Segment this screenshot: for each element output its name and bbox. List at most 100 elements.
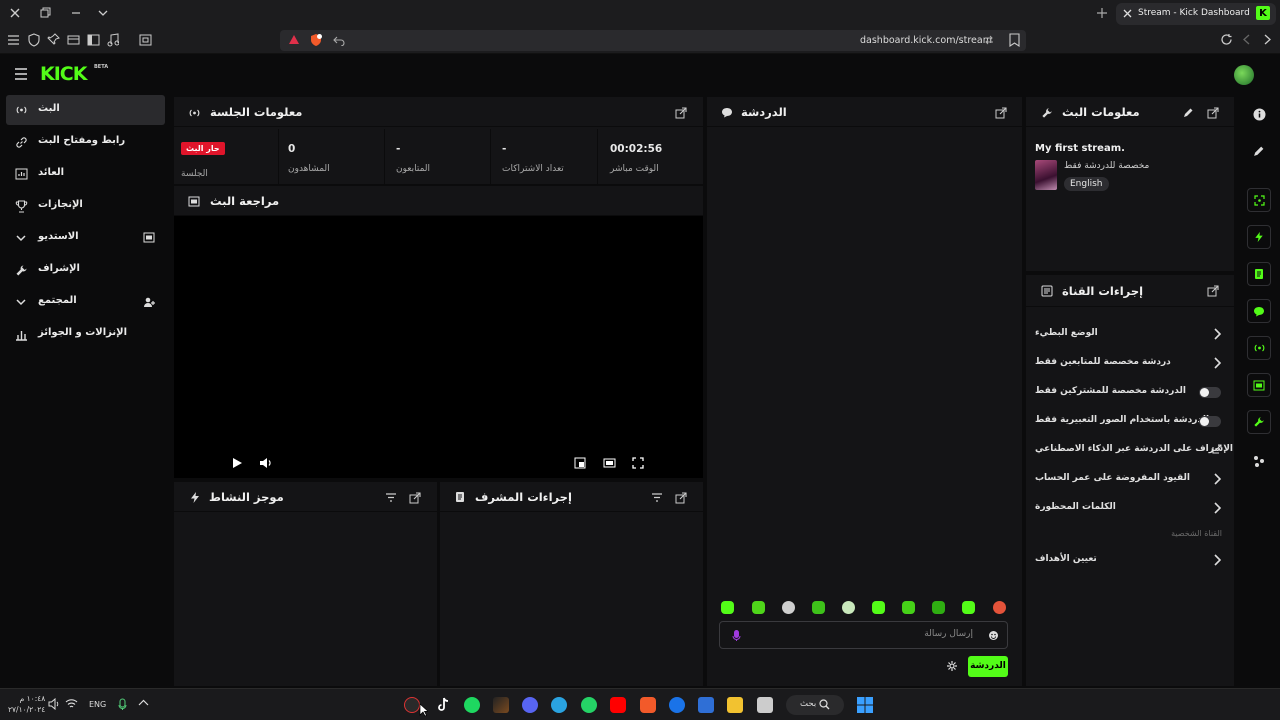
rail-mod-actions-button[interactable]: [1247, 262, 1271, 286]
back-arrow-icon[interactable]: [333, 34, 345, 46]
emotes-only-toggle[interactable]: [1199, 416, 1221, 427]
slow-mode-row[interactable]: الوضع البطيء: [1035, 326, 1225, 342]
volume-icon[interactable]: [259, 457, 273, 469]
brave-rewards-icon[interactable]: [288, 34, 300, 46]
play-icon[interactable]: [231, 457, 243, 469]
banned-words-row[interactable]: الكلمات المحظورة: [1035, 500, 1225, 516]
followers-only-row[interactable]: دردشة مخصصة للمتابعين فقط: [1035, 355, 1225, 371]
new-tab-icon[interactable]: [1096, 7, 1108, 19]
chevron-right-icon[interactable]: [1213, 357, 1221, 369]
avatar[interactable]: [1234, 65, 1254, 85]
screenshot-icon[interactable]: [139, 34, 152, 46]
rail-stream-info-button[interactable]: [1247, 410, 1271, 434]
ai-moderation-row[interactable]: الإشراف على الدردشة عبر الذكاء الاصطناعي: [1035, 442, 1233, 458]
microphone-icon[interactable]: [732, 629, 741, 642]
rail-session-button[interactable]: [1247, 336, 1271, 360]
whatsapp-app-icon[interactable]: [581, 697, 597, 713]
settings-gear-icon[interactable]: [946, 660, 958, 672]
close-window-icon[interactable]: [8, 6, 22, 20]
obs-app-icon[interactable]: [404, 697, 420, 713]
rail-focus-button[interactable]: [1247, 188, 1271, 212]
sidebar-item-moderation[interactable]: الإشراف: [6, 255, 165, 285]
discord-app-icon[interactable]: [522, 697, 538, 713]
sidebar-item-stream[interactable]: البث: [6, 95, 165, 125]
taskbar-search[interactable]: بحث: [786, 695, 844, 715]
emote-6-icon[interactable]: [872, 601, 885, 614]
brave-app-icon[interactable]: [640, 697, 656, 713]
info-icon[interactable]: [1253, 108, 1266, 121]
filter-icon[interactable]: [651, 492, 663, 503]
theater-mode-icon[interactable]: [603, 457, 616, 469]
sidebar-item-achievements[interactable]: الإنجازات: [6, 191, 165, 221]
popout-icon[interactable]: [1207, 285, 1219, 297]
file-explorer-app-icon[interactable]: [727, 697, 743, 713]
edit-pencil-icon[interactable]: [1183, 107, 1194, 118]
account-age-row[interactable]: القيود المفروضة على عمر الحساب: [1035, 471, 1225, 487]
telegram-app-icon[interactable]: [551, 697, 567, 713]
popout-icon[interactable]: [675, 492, 687, 504]
emote-4-icon[interactable]: [812, 601, 825, 614]
tab-list-chevron-icon[interactable]: [97, 7, 109, 19]
popout-icon[interactable]: [995, 107, 1007, 119]
emoji-icon[interactable]: [988, 630, 999, 641]
windows-start-icon[interactable]: [857, 697, 873, 713]
subscribers-only-toggle[interactable]: [1199, 387, 1221, 398]
rail-preview-button[interactable]: [1247, 373, 1271, 397]
menu-icon[interactable]: [7, 34, 20, 46]
bookmark-icon[interactable]: [1009, 33, 1020, 47]
spotify-app-icon[interactable]: [464, 697, 480, 713]
sidebar-item-studio[interactable]: الاستديو: [6, 223, 165, 253]
browser-tab-active[interactable]: Stream - Kick Dashboard K: [1116, 3, 1276, 25]
edit-pencil-icon[interactable]: [1253, 145, 1265, 157]
edge-app-icon[interactable]: [669, 697, 685, 713]
more-widgets-icon[interactable]: [1253, 455, 1265, 467]
emote-8-icon[interactable]: [932, 601, 945, 614]
sidebar-icon[interactable]: [87, 34, 100, 46]
brave-shield-icon[interactable]: [309, 33, 323, 47]
forward-icon[interactable]: [1261, 33, 1273, 46]
pin-icon[interactable]: [47, 33, 60, 46]
back-icon[interactable]: [1241, 33, 1253, 46]
kick-logo[interactable]: KICK: [40, 63, 87, 85]
reload-icon[interactable]: [1220, 33, 1233, 46]
chevron-right-icon[interactable]: [1213, 554, 1221, 566]
minimize-window-icon[interactable]: [70, 7, 82, 19]
creative-app-icon[interactable]: [493, 697, 509, 713]
music-icon[interactable]: [107, 33, 119, 47]
rail-activity-button[interactable]: [1247, 225, 1271, 249]
share-icon[interactable]: [983, 34, 995, 46]
chevron-up-icon[interactable]: [138, 699, 149, 707]
emote-7-icon[interactable]: [902, 601, 915, 614]
language-indicator[interactable]: ENG: [89, 700, 106, 709]
external-link-icon[interactable]: [1212, 444, 1222, 454]
tab-close-icon[interactable]: [1122, 8, 1133, 19]
chat-send-button[interactable]: الدردشة: [968, 656, 1008, 677]
sidebar-item-link-key[interactable]: رابط ومفتاح البث: [6, 127, 165, 157]
sidebar-item-drops[interactable]: الإنزالات و الجوائز: [6, 319, 165, 349]
set-goals-row[interactable]: تعيين الأهداف: [1035, 552, 1225, 568]
chevron-right-icon[interactable]: [1213, 502, 1221, 514]
emote-9-icon[interactable]: [962, 601, 975, 614]
chat-input[interactable]: إرسال رسالة: [719, 621, 1008, 649]
chevron-right-icon[interactable]: [1213, 328, 1221, 340]
wifi-icon[interactable]: [65, 698, 78, 709]
tiktok-app-icon[interactable]: [436, 697, 450, 713]
emote-5-icon[interactable]: [842, 601, 855, 614]
store-app-icon[interactable]: [698, 697, 714, 713]
emote-1-icon[interactable]: [721, 601, 734, 614]
popout-icon[interactable]: [409, 492, 421, 504]
emote-2-icon[interactable]: [752, 601, 765, 614]
popout-icon[interactable]: [675, 107, 687, 119]
task-view-icon[interactable]: [757, 697, 773, 713]
clock[interactable]: ١٠:٤٨ م ٢٧/١٠/٢٠٢٤: [8, 693, 45, 715]
emote-3-icon[interactable]: [782, 601, 795, 614]
chevron-right-icon[interactable]: [1213, 473, 1221, 485]
youtube-app-icon[interactable]: [610, 697, 626, 713]
fullscreen-icon[interactable]: [632, 457, 644, 469]
tabs-icon[interactable]: [67, 34, 80, 46]
video-player[interactable]: [174, 218, 703, 478]
emote-10-icon[interactable]: [993, 601, 1006, 614]
filter-icon[interactable]: [385, 492, 397, 503]
shield-icon[interactable]: [28, 33, 40, 47]
category-thumbnail[interactable]: [1035, 160, 1057, 190]
